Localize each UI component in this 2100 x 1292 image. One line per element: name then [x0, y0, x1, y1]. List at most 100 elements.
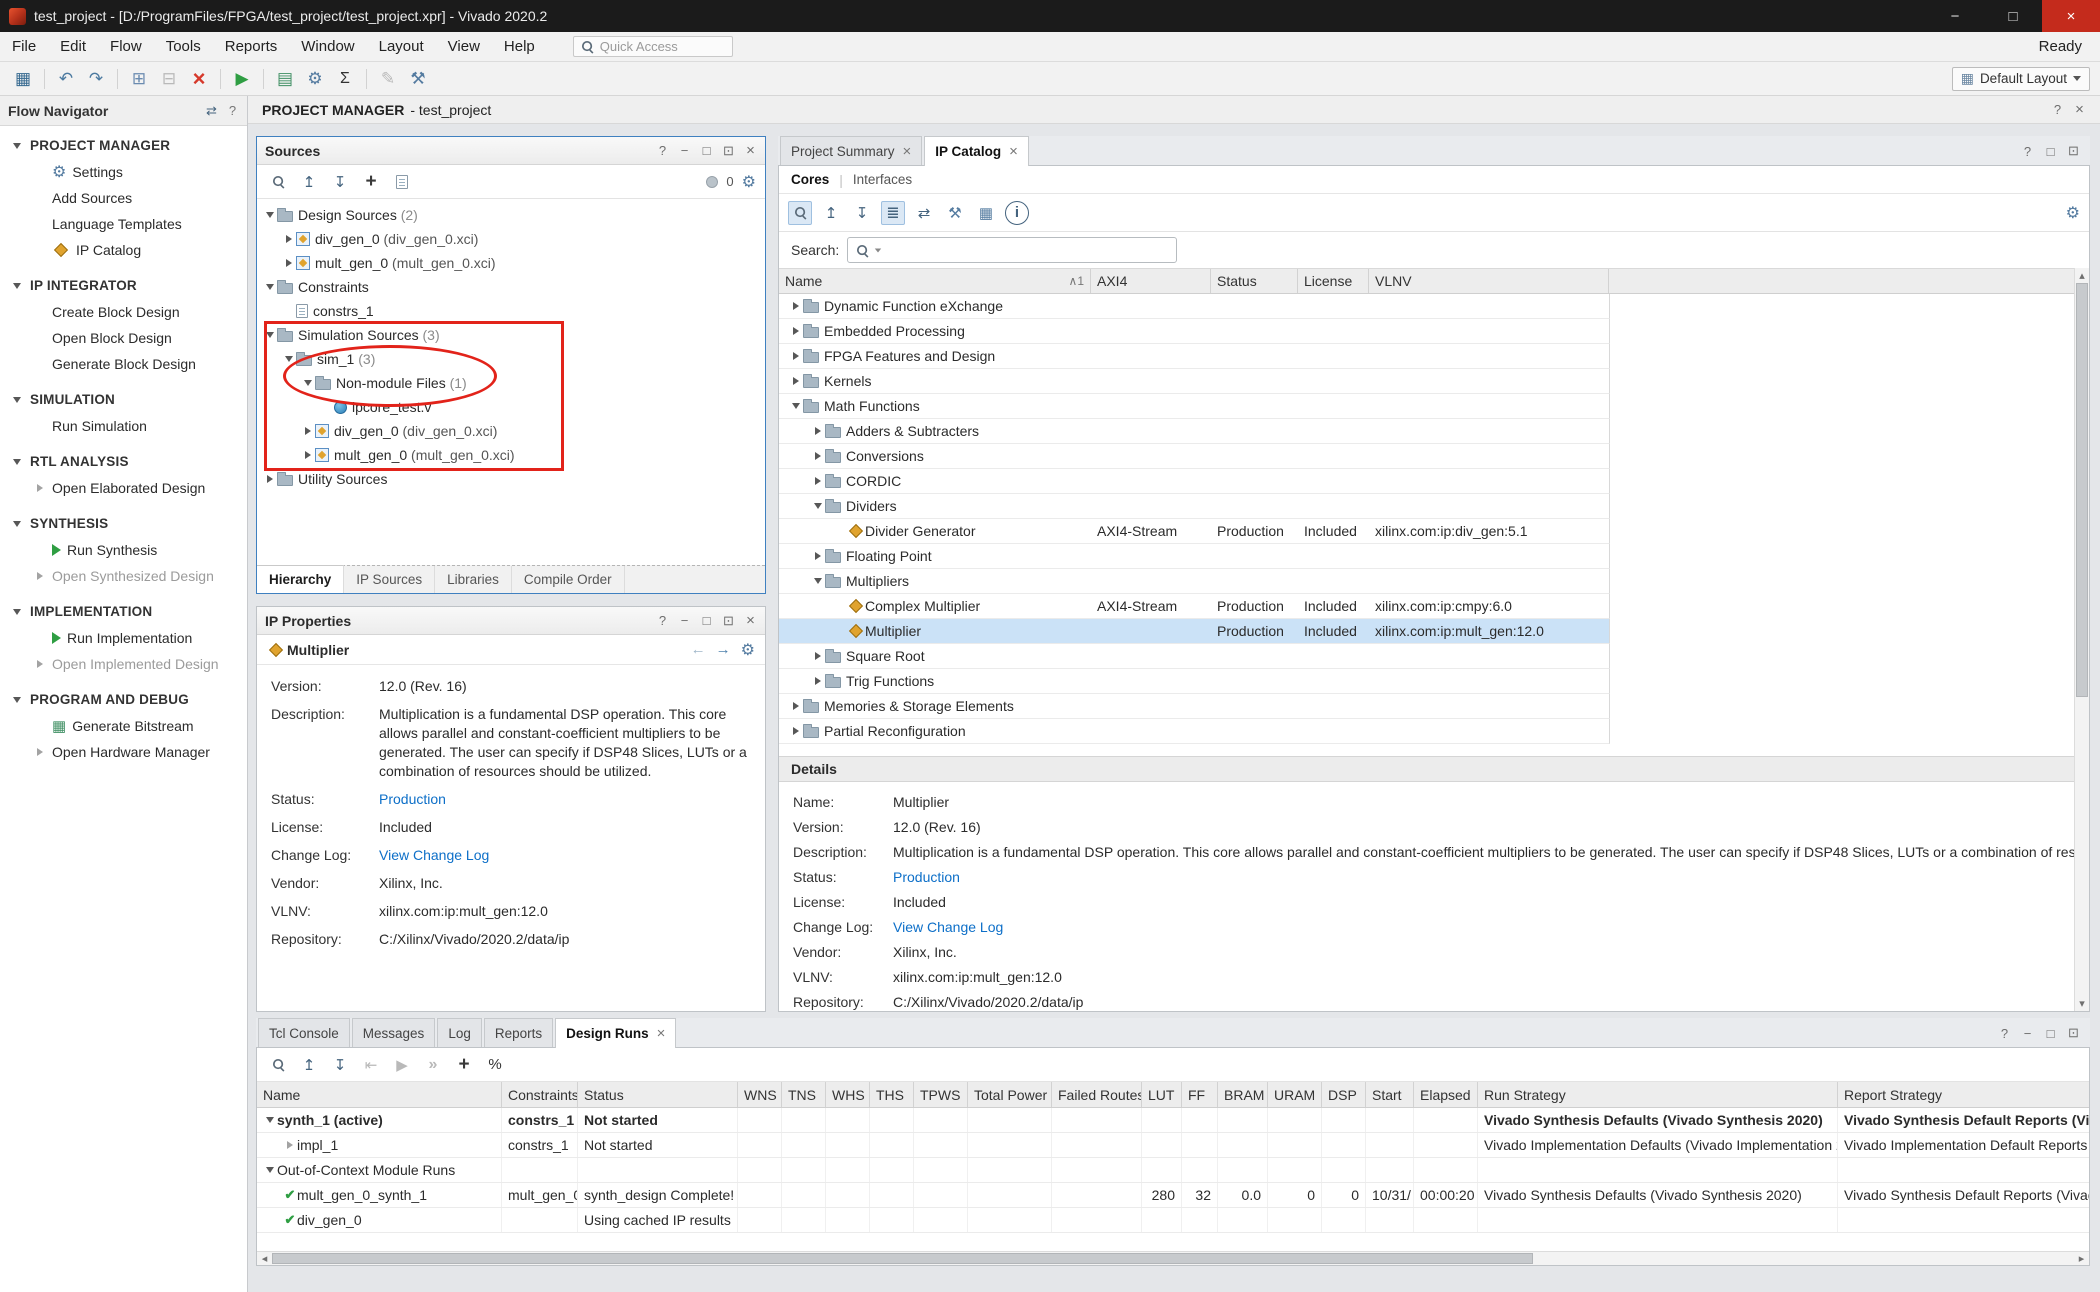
chevron-down-icon[interactable]: [301, 380, 315, 386]
chevron-right-icon[interactable]: [811, 552, 825, 560]
chevron-down-icon[interactable]: [10, 143, 24, 149]
chevron-right-icon[interactable]: [789, 727, 803, 735]
maximize-button[interactable]: [1984, 0, 2042, 32]
edit-icon[interactable]: [375, 66, 401, 92]
dock-icon[interactable]: [205, 103, 218, 119]
flow-item-run-simulation[interactable]: Run Simulation: [0, 413, 247, 439]
float-icon[interactable]: [700, 143, 713, 158]
column-header-axi4[interactable]: AXI4: [1091, 269, 1211, 293]
info-icon[interactable]: [1005, 201, 1029, 225]
flow-section-synthesis[interactable]: SYNTHESIS: [0, 510, 247, 537]
scrollbar-thumb[interactable]: [272, 1253, 1533, 1264]
link-production[interactable]: Production: [379, 790, 753, 809]
category-adders-subtracters[interactable]: Adders & Subtracters: [779, 419, 1610, 444]
chevron-down-icon[interactable]: [789, 403, 803, 409]
hierarchy-icon[interactable]: [881, 201, 905, 225]
subtab-cores[interactable]: Cores: [791, 172, 829, 187]
menu-item-reports[interactable]: Reports: [213, 32, 290, 61]
close-icon[interactable]: [1009, 143, 1018, 160]
menu-item-edit[interactable]: Edit: [48, 32, 98, 61]
category-fpga-features-and-design[interactable]: FPGA Features and Design: [779, 344, 1610, 369]
flow-item-create-block-design[interactable]: Create Block Design: [0, 299, 247, 325]
source-div-gen-0[interactable]: div_gen_0 (div_gen_0.xci): [257, 227, 765, 251]
source-constraints[interactable]: Constraints: [257, 275, 765, 299]
customize-icon[interactable]: [943, 201, 967, 225]
resume-icon[interactable]: [390, 1053, 414, 1077]
column-header-whs[interactable]: WHS: [826, 1082, 870, 1107]
chevron-down-icon[interactable]: [811, 503, 825, 509]
column-header-tpws[interactable]: TPWS: [914, 1082, 968, 1107]
menu-item-layout[interactable]: Layout: [367, 32, 436, 61]
column-header-report-strategy[interactable]: Report Strategy: [1838, 1082, 2089, 1107]
debug-tools-icon[interactable]: [405, 66, 431, 92]
tab-log[interactable]: Log: [437, 1018, 482, 1047]
flow-item-generate-bitstream[interactable]: Generate Bitstream: [0, 713, 247, 739]
chevron-down-icon[interactable]: [263, 1167, 277, 1173]
maximize-icon[interactable]: [722, 143, 735, 159]
gear-icon[interactable]: [2066, 203, 2080, 223]
flow-steps-icon[interactable]: [272, 66, 298, 92]
source-mult-gen-0[interactable]: mult_gen_0 (mult_gen_0.xci): [257, 251, 765, 275]
expand-icon[interactable]: [850, 201, 874, 225]
column-header-failed-routes[interactable]: Failed Routes: [1052, 1082, 1142, 1107]
chevron-right-icon[interactable]: [811, 477, 825, 485]
column-header-license[interactable]: License: [1298, 269, 1369, 293]
help-icon[interactable]: [656, 143, 669, 158]
flow-item-open-elaborated-design[interactable]: Open Elaborated Design: [0, 475, 247, 501]
source-sim-1[interactable]: sim_1 (3): [257, 347, 765, 371]
category-cordic[interactable]: CORDIC: [779, 469, 1610, 494]
source-constrs-1[interactable]: constrs_1: [257, 299, 765, 323]
chevron-right-icon[interactable]: [263, 475, 277, 483]
column-header-status[interactable]: Status: [578, 1082, 738, 1107]
help-icon[interactable]: [2021, 144, 2034, 159]
category-memories-storage-elements[interactable]: Memories & Storage Elements: [779, 694, 1610, 719]
column-header-bram[interactable]: BRAM: [1218, 1082, 1268, 1107]
skip-icon[interactable]: [421, 1053, 445, 1077]
chevron-down-icon[interactable]: [282, 356, 296, 362]
tab-ip-sources[interactable]: IP Sources: [344, 566, 435, 593]
add-icon[interactable]: [359, 170, 383, 194]
flow-item-settings[interactable]: Settings: [0, 159, 247, 185]
run-row-impl-1[interactable]: impl_1constrs_1Not startedVivado Impleme…: [257, 1133, 2089, 1158]
tab-libraries[interactable]: Libraries: [435, 566, 512, 593]
column-header-ff[interactable]: FF: [1182, 1082, 1218, 1107]
float-icon[interactable]: [2044, 1026, 2057, 1041]
menu-item-tools[interactable]: Tools: [154, 32, 213, 61]
link-view-change-log[interactable]: View Change Log: [379, 846, 753, 865]
minimize-button[interactable]: [1926, 0, 1984, 32]
column-header-elapsed[interactable]: Elapsed: [1414, 1082, 1478, 1107]
scroll-right-icon[interactable]: [2074, 1252, 2089, 1265]
menu-item-window[interactable]: Window: [289, 32, 366, 61]
file-icon[interactable]: [390, 170, 414, 194]
menu-item-flow[interactable]: Flow: [98, 32, 154, 61]
help-icon[interactable]: [2051, 102, 2064, 117]
collapse-icon[interactable]: [297, 170, 321, 194]
float-icon[interactable]: [700, 613, 713, 628]
category-dynamic-function-exchange[interactable]: Dynamic Function eXchange: [779, 294, 1610, 319]
run-row-synth-1-active[interactable]: synth_1 (active)constrs_1Not startedViva…: [257, 1108, 2089, 1133]
flow-section-rtl-analysis[interactable]: RTL ANALYSIS: [0, 448, 247, 475]
chevron-right-icon[interactable]: [34, 748, 46, 756]
minimize-icon[interactable]: [678, 613, 691, 628]
run-icon[interactable]: [229, 66, 255, 92]
ip-row-complex-multiplier[interactable]: Complex MultiplierAXI4-StreamProductionI…: [779, 594, 1610, 619]
source-design-sources[interactable]: Design Sources (2): [257, 203, 765, 227]
flow-item-language-templates[interactable]: Language Templates: [0, 211, 247, 237]
column-header-name[interactable]: Name: [257, 1082, 502, 1107]
chevron-down-icon[interactable]: [263, 1117, 277, 1123]
tab-compile-order[interactable]: Compile Order: [512, 566, 625, 593]
flow-item-open-block-design[interactable]: Open Block Design: [0, 325, 247, 351]
scroll-up-icon[interactable]: [2075, 268, 2089, 283]
chevron-right-icon[interactable]: [789, 352, 803, 360]
source-div-gen-0[interactable]: div_gen_0 (div_gen_0.xci): [257, 419, 765, 443]
paste-icon[interactable]: [156, 66, 182, 92]
chevron-right-icon[interactable]: [811, 427, 825, 435]
flow-item-run-synthesis[interactable]: Run Synthesis: [0, 537, 247, 563]
expand-icon[interactable]: [328, 170, 352, 194]
horizontal-scrollbar[interactable]: [257, 1251, 2089, 1265]
column-header-wns[interactable]: WNS: [738, 1082, 782, 1107]
category-conversions[interactable]: Conversions: [779, 444, 1610, 469]
flow-item-open-synthesized-design[interactable]: Open Synthesized Design: [0, 563, 247, 589]
flow-item-open-implemented-design[interactable]: Open Implemented Design: [0, 651, 247, 677]
run-row-out-of-context-module-runs[interactable]: Out-of-Context Module Runs: [257, 1158, 2089, 1183]
